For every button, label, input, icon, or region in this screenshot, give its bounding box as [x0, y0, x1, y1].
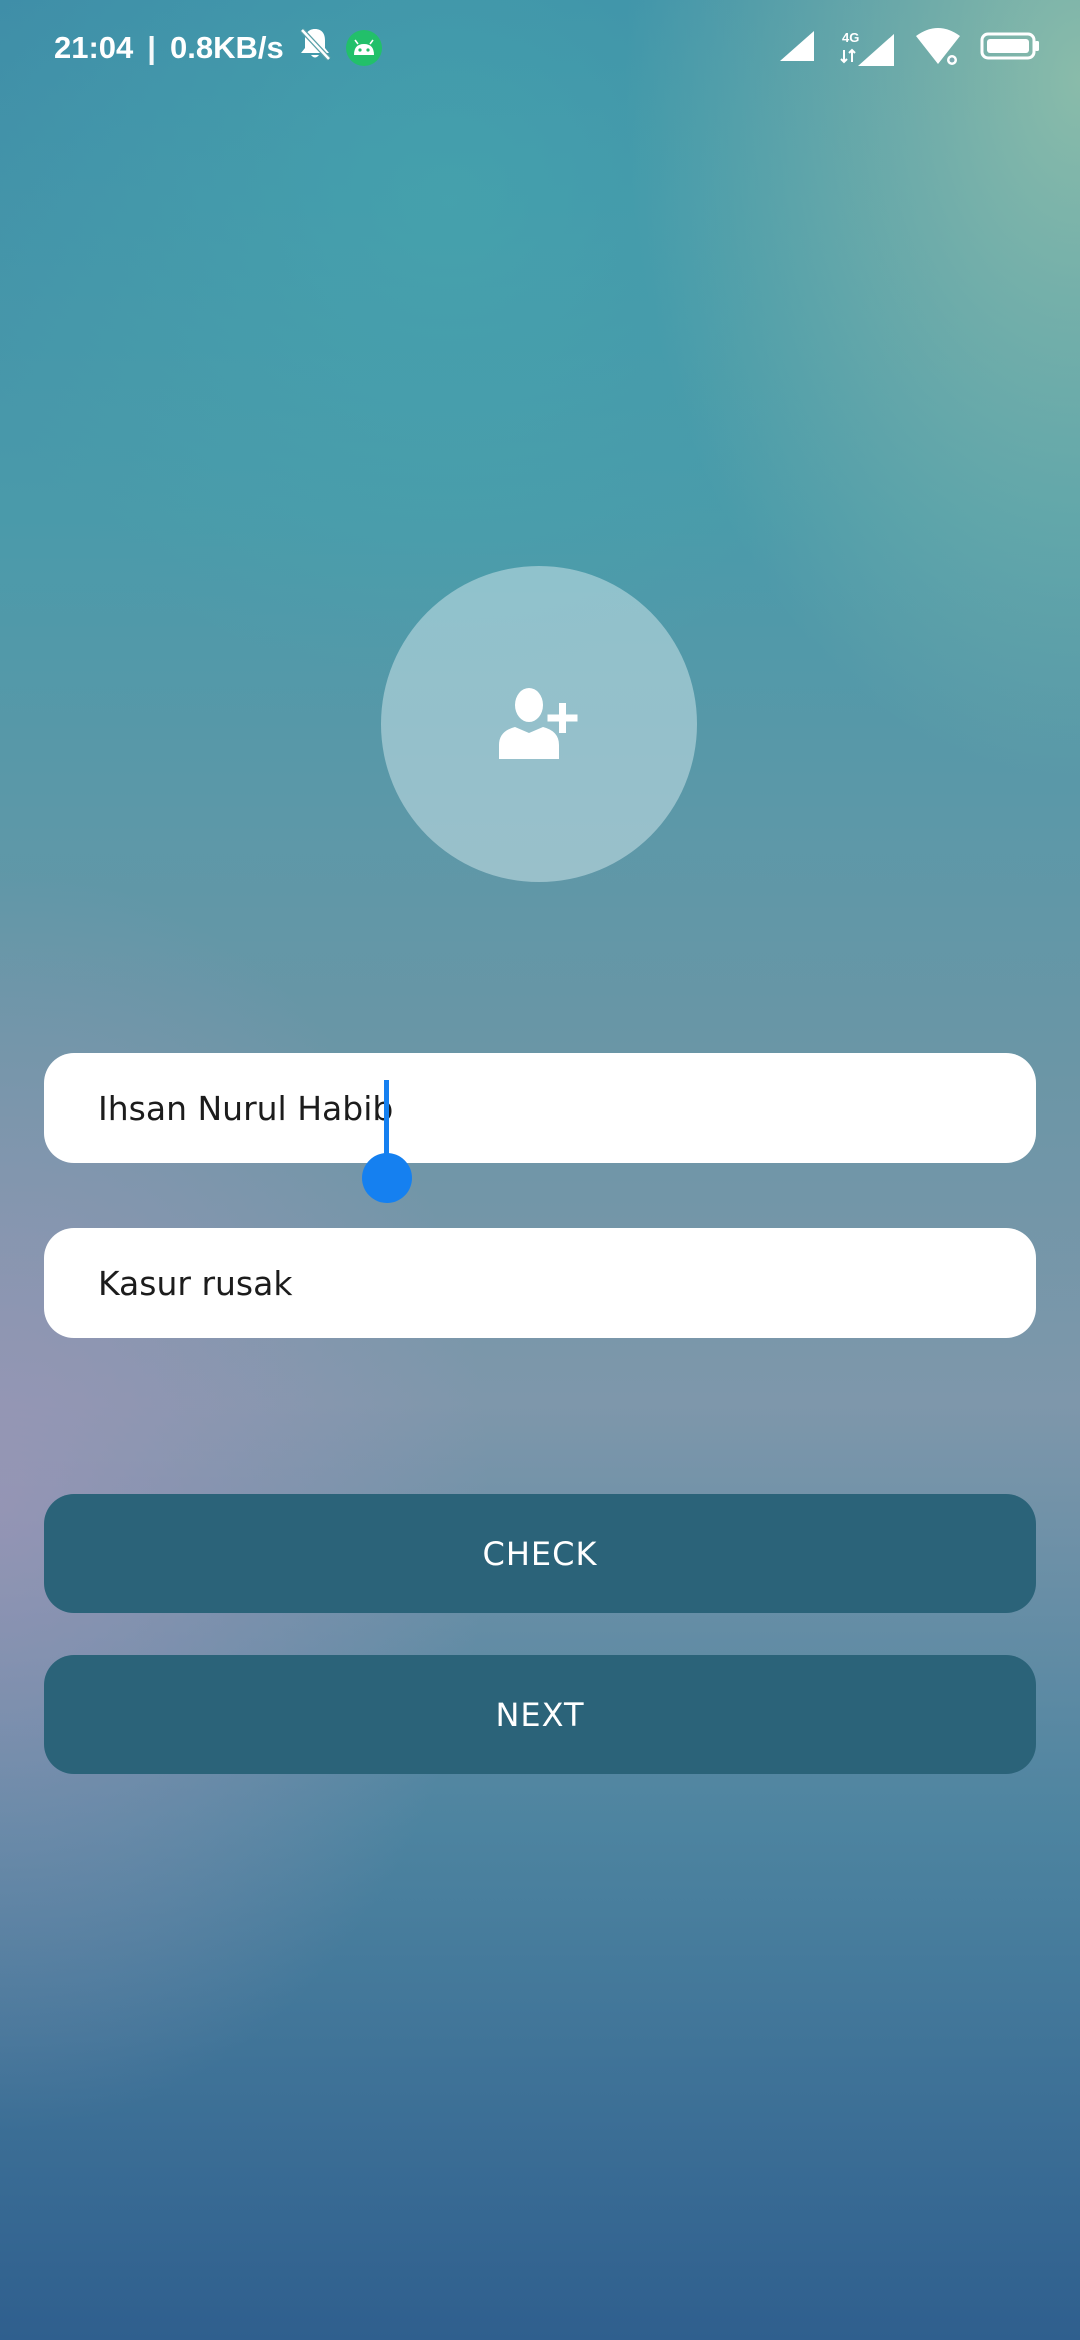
battery-icon	[980, 31, 1040, 65]
signal-4g-icon: 4G	[834, 28, 896, 68]
clock: 21:04	[54, 30, 134, 65]
status-bar-right: 4G	[778, 26, 1040, 70]
wifi-icon	[914, 26, 962, 70]
reason-input[interactable]: Kasur rusak	[44, 1228, 1036, 1338]
bell-muted-icon	[298, 26, 332, 70]
add-user-icon	[499, 685, 579, 763]
check-button[interactable]: CHECK	[44, 1494, 1036, 1613]
android-icon	[345, 30, 382, 66]
signal-icon	[778, 29, 816, 67]
add-photo-button[interactable]	[381, 566, 697, 882]
reason-input-value: Kasur rusak	[98, 1263, 293, 1303]
network-speed: 0.8KB/s	[169, 30, 284, 65]
name-input-value: Ihsan Nurul Habib	[98, 1088, 394, 1128]
status-bar-left: 21:04 | 0.8KB/s	[54, 24, 382, 72]
status-bar: 21:04 | 0.8KB/s 4G	[0, 0, 1080, 96]
check-button-label: CHECK	[482, 1534, 598, 1573]
svg-text:4G: 4G	[842, 30, 859, 45]
next-button-label: NEXT	[495, 1695, 585, 1734]
name-input[interactable]: Ihsan Nurul Habib	[44, 1053, 1036, 1163]
status-separator: |	[147, 30, 156, 65]
cursor-handle[interactable]	[362, 1153, 412, 1203]
next-button[interactable]: NEXT	[44, 1655, 1036, 1774]
